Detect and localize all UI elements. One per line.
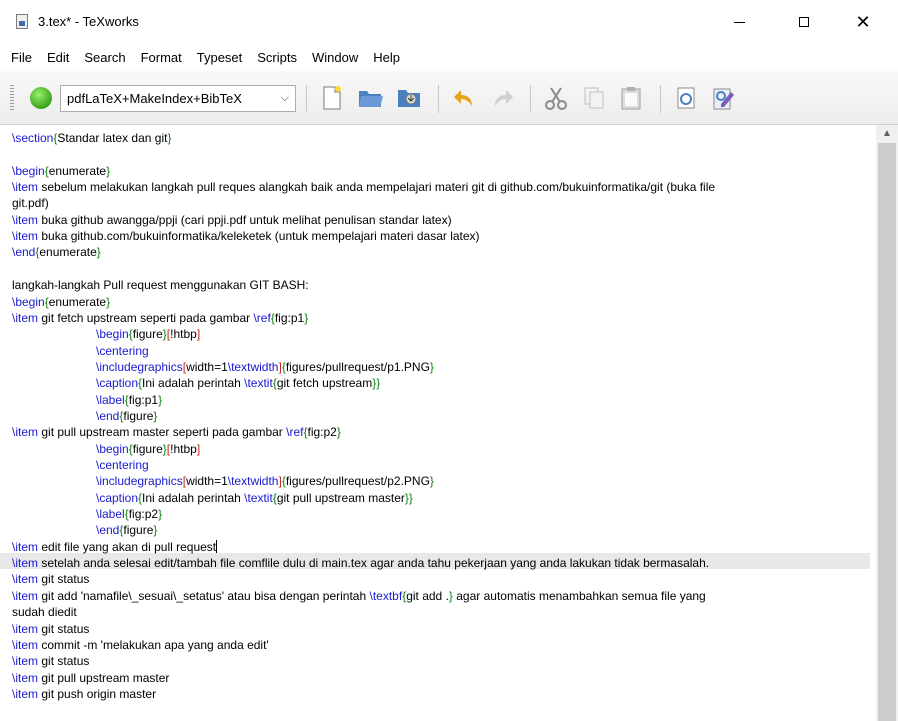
toolbar-separator [438, 85, 439, 113]
editor-line: \item buka github.com/bukuinformatika/ke… [12, 229, 480, 244]
editor-line: \item setelah anda selesai edit/tambah f… [12, 556, 710, 571]
paste-icon[interactable] [617, 84, 645, 112]
editor-line: \label{fig:p1} [96, 392, 163, 407]
maximize-button[interactable] [781, 0, 827, 44]
editor-line: \item edit file yang akan di pull reques… [12, 539, 218, 554]
editor-line: sudah diedit [12, 605, 77, 620]
menu-file[interactable]: File [11, 48, 32, 67]
editor-line: \item commit -m 'melakukan apa yang anda… [12, 637, 269, 652]
copy-icon[interactable] [580, 84, 608, 112]
editor-line: \item git push origin master [12, 686, 157, 701]
menu-window[interactable]: Window [312, 48, 358, 67]
editor-line: \item git fetch upstream seperti pada ga… [12, 310, 309, 325]
editor-line: \item git status [12, 654, 90, 669]
toolbar-grip[interactable] [10, 85, 14, 111]
editor-line: \item git pull upstream master [12, 670, 170, 685]
menu-search[interactable]: Search [84, 48, 125, 67]
minimize-icon [733, 21, 745, 23]
editor-line: langkah-langkah Pull request menggunakan… [12, 278, 309, 293]
typeset-engine-select[interactable]: pdfLaTeX+MakeIndex+BibTeX ⌵ [60, 85, 296, 112]
editor-line: \caption{Ini adalah perintah \textit{git… [96, 490, 413, 505]
close-icon: ✕ [855, 11, 871, 32]
toolbar: pdfLaTeX+MakeIndex+BibTeX ⌵ [0, 71, 898, 125]
scrollbar-thumb[interactable] [878, 143, 896, 721]
minimize-button[interactable] [716, 0, 762, 44]
editor-line: \begin{figure}[!htbp] [96, 327, 201, 342]
editor-line: \section{Standar latex dan git} [12, 131, 172, 145]
toolbar-separator [306, 85, 307, 113]
editor-line: \end{enumerate} [12, 245, 101, 260]
new-document-icon[interactable] [318, 84, 346, 112]
menu-typeset[interactable]: Typeset [197, 48, 243, 67]
editor-line: \item git add 'namafile\_sesuai\_setatus… [12, 588, 706, 603]
chevron-down-icon: ⌵ [280, 92, 289, 104]
editor-line: \item git status [12, 621, 90, 636]
replace-icon[interactable] [709, 84, 737, 112]
editor-line: git.pdf) [12, 196, 49, 211]
editor-line: \includegraphics[width=1\textwidth]{figu… [96, 474, 434, 489]
typeset-button[interactable] [30, 87, 52, 109]
editor-line: \centering [96, 458, 149, 472]
redo-icon[interactable] [489, 84, 517, 112]
menu-bar: File Edit Search Format Typeset Scripts … [0, 44, 898, 71]
editor-line: \begin{enumerate} [12, 294, 111, 309]
editor-line: \item buka github awangga/ppji (cari ppj… [12, 212, 452, 227]
editor-line: \end{figure} [96, 523, 158, 538]
editor-line: \begin{enumerate} [12, 163, 111, 178]
title-bar: 3.tex* - TeXworks ✕ [0, 0, 898, 44]
editor-line: \item git pull upstream master seperti p… [12, 425, 341, 440]
scroll-up-arrow-icon[interactable]: ▲ [876, 125, 898, 141]
cut-icon[interactable] [542, 84, 570, 112]
editor-line: \begin{figure}[!htbp] [96, 441, 201, 456]
editor-line: \item sebelum melakukan langkah pull req… [12, 180, 716, 195]
editor-line: \caption{Ini adalah perintah \textit{git… [96, 376, 381, 391]
menu-scripts[interactable]: Scripts [257, 48, 297, 67]
maximize-icon [799, 17, 809, 27]
editor-line: \includegraphics[width=1\textwidth]{figu… [96, 359, 434, 374]
vertical-scrollbar[interactable]: ▲ [876, 125, 898, 721]
window-title: 3.tex* - TeXworks [38, 14, 139, 29]
text-cursor [216, 539, 218, 553]
editor-line: \centering [96, 343, 149, 358]
undo-icon[interactable] [450, 84, 478, 112]
toolbar-separator [530, 85, 531, 113]
save-icon[interactable] [395, 84, 423, 112]
editor-line: \item git status [12, 572, 90, 587]
editor-text-area[interactable]: \section{Standar latex dan git} \begin{en… [0, 125, 876, 721]
editor-line: \end{figure} [96, 408, 158, 423]
find-icon[interactable] [672, 84, 700, 112]
open-folder-icon[interactable] [356, 84, 384, 112]
toolbar-separator [660, 85, 661, 113]
menu-help[interactable]: Help [373, 48, 400, 67]
typeset-engine-value: pdfLaTeX+MakeIndex+BibTeX [67, 91, 242, 106]
close-button[interactable]: ✕ [840, 0, 886, 44]
texworks-app-icon [16, 14, 28, 29]
editor-line: \label{fig:p2} [96, 507, 163, 522]
menu-format[interactable]: Format [141, 48, 182, 67]
menu-edit[interactable]: Edit [47, 48, 69, 67]
